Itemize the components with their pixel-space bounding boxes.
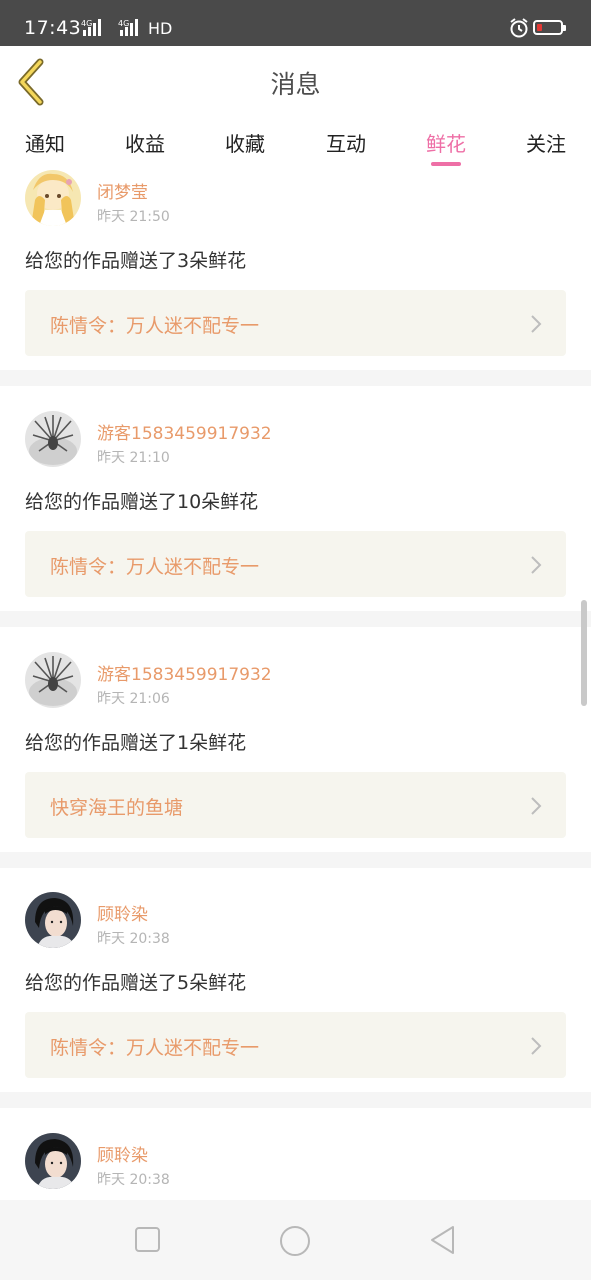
signal-label: 4G <box>118 19 129 28</box>
home-icon[interactable] <box>279 1224 311 1258</box>
username[interactable]: 闭梦莹 <box>97 178 148 203</box>
page-title: 消息 <box>270 70 321 99</box>
message-card: 闭梦莹 昨天 21:50 给您的作品赠送了3朵鲜花 陈情令：万人迷不配专一 <box>0 170 591 372</box>
status-time: 17:43 <box>24 17 82 39</box>
avatar[interactable] <box>25 1133 81 1189</box>
battery-icon <box>533 20 566 35</box>
status-bar: 17:43 4G 4G HD <box>0 0 591 46</box>
work-link[interactable]: 快穿海王的鱼塘 <box>25 772 566 838</box>
tab-follows[interactable]: 关注 <box>511 128 581 157</box>
alarm-icon <box>510 18 528 38</box>
tab-flowers[interactable]: 鲜花 <box>411 128 481 157</box>
signal-icon: 4G <box>81 19 101 36</box>
avatar[interactable] <box>25 170 81 226</box>
tab-interactions[interactable]: 互动 <box>311 128 381 157</box>
avatar[interactable] <box>25 411 81 467</box>
chevron-right-icon <box>531 797 542 815</box>
active-tab-indicator <box>431 162 461 166</box>
chevron-right-icon <box>531 1037 542 1055</box>
divider <box>0 1092 591 1108</box>
tab-notifications[interactable]: 通知 <box>10 128 80 157</box>
header: 消息 <box>0 46 591 119</box>
work-link[interactable]: 陈情令：万人迷不配专一 <box>25 290 566 356</box>
message-card: 游客1583459917932 昨天 21:10 给您的作品赠送了10朵鲜花 陈… <box>0 411 591 613</box>
tab-bar: 通知 收益 收藏 互动 鲜花 关注 <box>0 118 591 168</box>
work-title: 快穿海王的鱼塘 <box>50 797 184 819</box>
divider <box>0 611 591 627</box>
work-link[interactable]: 陈情令：万人迷不配专一 <box>25 531 566 597</box>
scrollbar[interactable] <box>581 600 587 706</box>
avatar[interactable] <box>25 652 81 708</box>
gift-message: 给您的作品赠送了3朵鲜花 <box>25 250 247 272</box>
work-title: 陈情令：万人迷不配专一 <box>50 315 260 337</box>
timestamp: 昨天 21:50 <box>97 209 170 225</box>
signal-icon: 4G <box>118 19 138 36</box>
timestamp: 昨天 21:06 <box>97 691 170 707</box>
message-card: 顾聆染 昨天 20:38 <box>0 1133 591 1200</box>
avatar[interactable] <box>25 892 81 948</box>
gift-message: 给您的作品赠送了5朵鲜花 <box>25 972 247 994</box>
username[interactable]: 顾聆染 <box>97 1141 148 1166</box>
username[interactable]: 游客1583459917932 <box>97 419 272 444</box>
system-nav-bar <box>0 1200 591 1280</box>
divider <box>0 852 591 868</box>
hd-indicator: HD <box>148 19 173 38</box>
chevron-right-icon <box>531 556 542 574</box>
tab-favorites[interactable]: 收藏 <box>210 128 280 157</box>
username[interactable]: 游客1583459917932 <box>97 660 272 685</box>
tab-earnings[interactable]: 收益 <box>110 128 180 157</box>
back-triangle-icon[interactable] <box>428 1224 458 1256</box>
username[interactable]: 顾聆染 <box>97 900 148 925</box>
signal-label: 4G <box>81 19 92 28</box>
message-card: 顾聆染 昨天 20:38 给您的作品赠送了5朵鲜花 陈情令：万人迷不配专一 <box>0 892 591 1094</box>
timestamp: 昨天 20:38 <box>97 931 170 947</box>
message-card: 游客1583459917932 昨天 21:06 给您的作品赠送了1朵鲜花 快穿… <box>0 652 591 854</box>
chevron-right-icon <box>531 315 542 333</box>
recent-apps-icon[interactable] <box>134 1224 162 1254</box>
divider <box>0 370 591 386</box>
work-title: 陈情令：万人迷不配专一 <box>50 1037 260 1059</box>
work-link[interactable]: 陈情令：万人迷不配专一 <box>25 1012 566 1078</box>
message-list[interactable]: 闭梦莹 昨天 21:50 给您的作品赠送了3朵鲜花 陈情令：万人迷不配专一 游客… <box>0 168 591 1200</box>
work-title: 陈情令：万人迷不配专一 <box>50 556 260 578</box>
gift-message: 给您的作品赠送了10朵鲜花 <box>25 491 259 513</box>
timestamp: 昨天 21:10 <box>97 450 170 466</box>
gift-message: 给您的作品赠送了1朵鲜花 <box>25 732 247 754</box>
timestamp: 昨天 20:38 <box>97 1172 170 1188</box>
